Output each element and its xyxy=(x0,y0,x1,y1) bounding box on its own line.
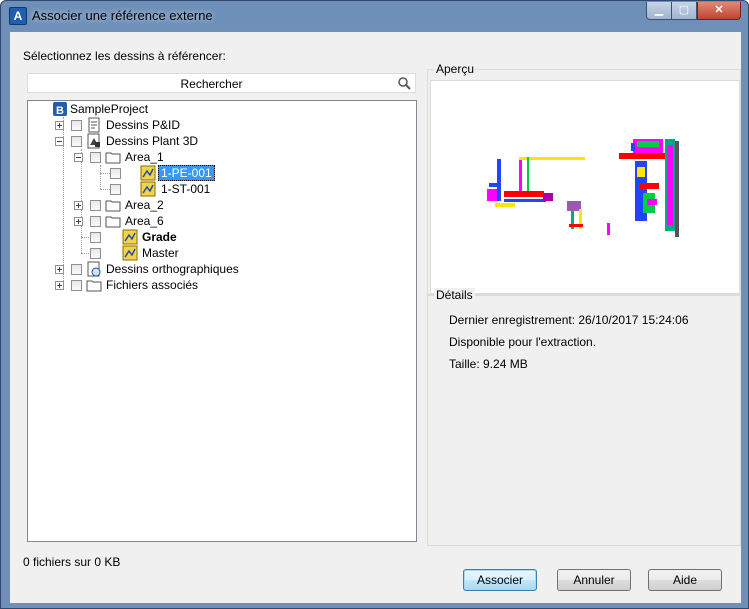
tree-checkbox[interactable] xyxy=(71,264,82,275)
svg-text:B: B xyxy=(56,105,64,117)
tree-node-plant3d[interactable]: Dessins Plant 3D xyxy=(28,133,408,149)
dwg-file-icon xyxy=(140,181,156,197)
tree-label: 1-PE-001 xyxy=(158,165,215,181)
ortho-drawing-icon xyxy=(87,261,101,277)
tree-label: Master xyxy=(142,246,179,260)
expand-toggle[interactable] xyxy=(55,265,64,274)
details-size: Taille: 9.24 MB xyxy=(449,357,528,371)
tree-node-1-st-001[interactable]: 1-ST-001 xyxy=(28,181,408,197)
collapse-toggle[interactable] xyxy=(55,137,64,146)
minimize-button[interactable]: ▁ xyxy=(646,2,672,20)
maximize-button[interactable]: ▢ xyxy=(671,2,697,20)
preview-title: Aperçu xyxy=(434,62,477,76)
dialog-body: Sélectionnez les dessins à référencer: R… xyxy=(9,31,742,604)
tree-label: Dessins Plant 3D xyxy=(106,134,199,148)
preview-image xyxy=(430,80,740,294)
details-group xyxy=(427,294,741,546)
dwg-file-icon xyxy=(122,229,138,245)
expand-toggle[interactable] xyxy=(74,201,83,210)
folder-icon xyxy=(105,200,121,212)
drawing-tree[interactable]: B SampleProject Dessins P&ID Dessins Pla… xyxy=(27,100,417,542)
title-bar[interactable]: A Associer une référence externe ▁ ▢ ✕ xyxy=(1,1,748,31)
folder-icon xyxy=(105,152,121,164)
search-icon[interactable] xyxy=(397,76,411,90)
help-button[interactable]: Aide xyxy=(648,569,722,591)
search-placeholder: Rechercher xyxy=(180,77,243,91)
tree-node-ortho[interactable]: Dessins orthographiques xyxy=(28,261,408,277)
tree-checkbox[interactable] xyxy=(71,136,82,147)
tree-checkbox[interactable] xyxy=(90,200,101,211)
tree-label: SampleProject xyxy=(70,102,149,116)
window-title: Associer une référence externe xyxy=(32,8,213,23)
expand-toggle[interactable] xyxy=(55,281,64,290)
tree-node-related-files[interactable]: Fichiers associés xyxy=(28,277,408,293)
tree-checkbox[interactable] xyxy=(110,184,121,195)
drawing-preview-thumbnail xyxy=(487,139,679,237)
tree-label: Dessins P&ID xyxy=(106,118,181,132)
attach-button[interactable]: Associer xyxy=(463,569,537,591)
tree-label: Area_1 xyxy=(125,150,164,164)
dwg-file-icon xyxy=(122,245,138,261)
tree-checkbox[interactable] xyxy=(71,280,82,291)
dialog-window: A Associer une référence externe ▁ ▢ ✕ S… xyxy=(0,0,749,609)
tree-node-pid[interactable]: Dessins P&ID xyxy=(28,117,408,133)
project-icon: B xyxy=(53,102,67,117)
tree-checkbox[interactable] xyxy=(90,216,101,227)
details-availability: Disponible pour l'extraction. xyxy=(449,335,597,349)
tree-node-area1[interactable]: Area_1 xyxy=(28,149,408,165)
dwg-file-icon xyxy=(140,165,156,181)
tree-node-area6[interactable]: Area_6 xyxy=(28,213,408,229)
tree-label: 1-ST-001 xyxy=(161,182,211,196)
details-title: Détails xyxy=(434,288,475,302)
tree-node-sampleproject[interactable]: B SampleProject xyxy=(28,101,408,117)
tree-label: Grade xyxy=(142,230,177,244)
plant3d-icon xyxy=(87,133,100,149)
file-count-status: 0 fichiers sur 0 KB xyxy=(23,555,121,569)
close-button[interactable]: ✕ xyxy=(697,2,741,20)
tree-label: Dessins orthographiques xyxy=(106,262,239,276)
autocad-app-icon: A xyxy=(9,7,27,25)
tree-node-master[interactable]: Master xyxy=(28,245,408,261)
tree-node-1-pe-001[interactable]: 1-PE-001 xyxy=(28,165,408,181)
tree-label: Area_2 xyxy=(125,198,164,212)
tree-label: Area_6 xyxy=(125,214,164,228)
tree-node-area2[interactable]: Area_2 xyxy=(28,197,408,213)
folder-icon xyxy=(86,280,102,292)
pid-drawing-icon xyxy=(88,117,100,133)
details-last-saved: Dernier enregistrement: 26/10/2017 15:24… xyxy=(449,313,689,327)
cancel-button[interactable]: Annuler xyxy=(557,569,631,591)
tree-checkbox[interactable] xyxy=(90,248,101,259)
tree-checkbox[interactable] xyxy=(90,232,101,243)
tree-checkbox[interactable] xyxy=(110,168,121,179)
folder-icon xyxy=(105,216,121,228)
collapse-toggle[interactable] xyxy=(74,153,83,162)
tree-checkbox[interactable] xyxy=(71,120,82,131)
search-input[interactable]: Rechercher xyxy=(27,73,416,93)
instructions-label: Sélectionnez les dessins à référencer: xyxy=(23,49,226,63)
tree-checkbox[interactable] xyxy=(90,152,101,163)
tree-node-grade[interactable]: Grade xyxy=(28,229,408,245)
expand-toggle[interactable] xyxy=(74,217,83,226)
expand-toggle[interactable] xyxy=(55,121,64,130)
tree-label: Fichiers associés xyxy=(106,278,199,292)
